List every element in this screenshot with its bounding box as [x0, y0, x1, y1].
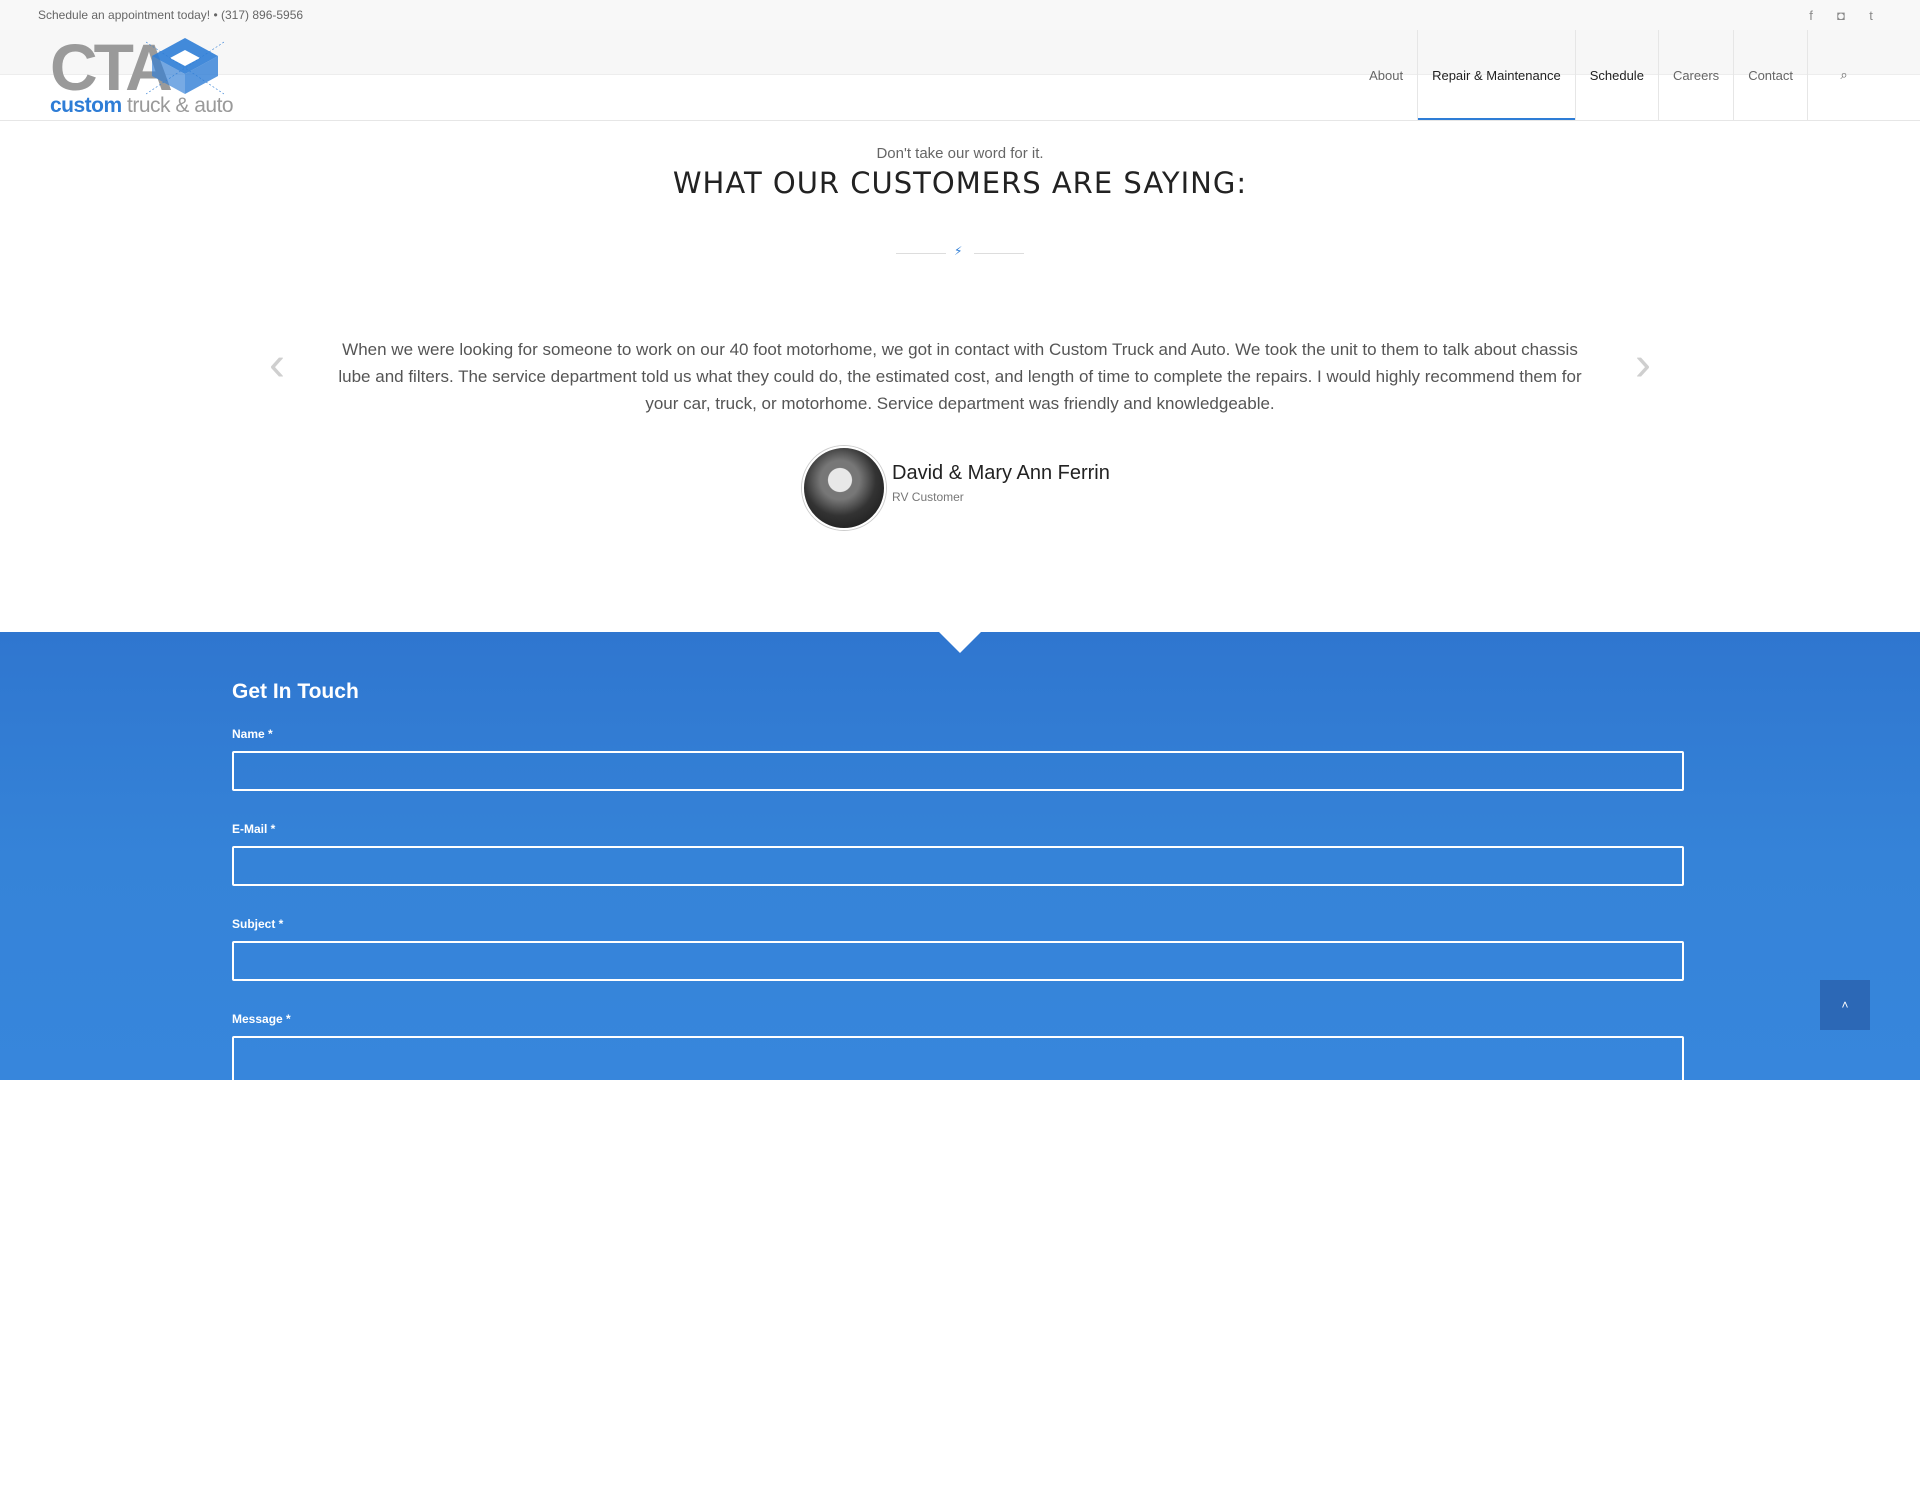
instagram-icon[interactable]: ◘: [1832, 6, 1850, 24]
contact-section: Get In Touch Name * E-Mail * Subject * M…: [0, 631, 1920, 1492]
contact-title: Get In Touch: [232, 680, 359, 703]
logo-cube-icon: [146, 38, 224, 95]
divider-line-left: [896, 253, 946, 254]
testimonials-tagline: Don't take our word for it.: [876, 145, 1044, 162]
appointment-tagline: Schedule an appointment today! • (317) 8…: [38, 8, 304, 22]
subject-label: Subject *: [232, 917, 284, 931]
testimonial-quote: When we were looking for someone to work…: [338, 340, 1582, 413]
message-field[interactable]: [232, 1036, 1684, 1096]
bolt-icon: ⚡: [954, 244, 963, 258]
section-divider: ⚡: [896, 244, 1024, 258]
top-bar: Schedule an appointment today! • (317) 8…: [0, 0, 1920, 31]
scroll-to-top-button[interactable]: ˄: [1820, 980, 1870, 1030]
next-testimonial-button[interactable]: ›: [1628, 340, 1658, 390]
name-field[interactable]: [232, 751, 1684, 791]
nav-schedule[interactable]: Schedule: [1574, 30, 1658, 120]
avatar: [802, 446, 886, 530]
name-label: Name *: [232, 727, 273, 741]
author-role: RV Customer: [892, 490, 964, 504]
nav-repair-maintenance[interactable]: Repair & Maintenance: [1417, 30, 1575, 120]
search-icon[interactable]: ⌕: [1807, 30, 1880, 120]
message-label: Message *: [232, 1012, 291, 1026]
social-links: f ◘ t: [1802, 6, 1880, 24]
email-label: E-Mail *: [232, 822, 276, 836]
author-name: David & Mary Ann Ferrin: [892, 462, 1110, 484]
facebook-icon[interactable]: f: [1802, 6, 1820, 24]
subject-field[interactable]: [232, 941, 1684, 981]
scrollbar[interactable]: [1912, 1292, 1918, 1492]
section-notch: [938, 631, 982, 653]
twitter-icon[interactable]: t: [1862, 6, 1880, 24]
email-field[interactable]: [232, 846, 1684, 886]
testimonials-heading: WHAT OUR CUSTOMERS ARE SAYING:: [672, 166, 1248, 200]
prev-testimonial-button[interactable]: ‹: [262, 340, 292, 390]
nav-contact[interactable]: Contact: [1733, 30, 1807, 120]
main-nav: About Repair & Maintenance Schedule Care…: [1355, 30, 1880, 120]
site-logo[interactable]: CTA custom truck & auto: [48, 34, 234, 119]
divider-line-right: [974, 253, 1024, 254]
nav-about[interactable]: About: [1355, 30, 1417, 120]
logo-subtitle: custom truck & auto: [50, 94, 234, 117]
nav-careers[interactable]: Careers: [1657, 30, 1733, 120]
